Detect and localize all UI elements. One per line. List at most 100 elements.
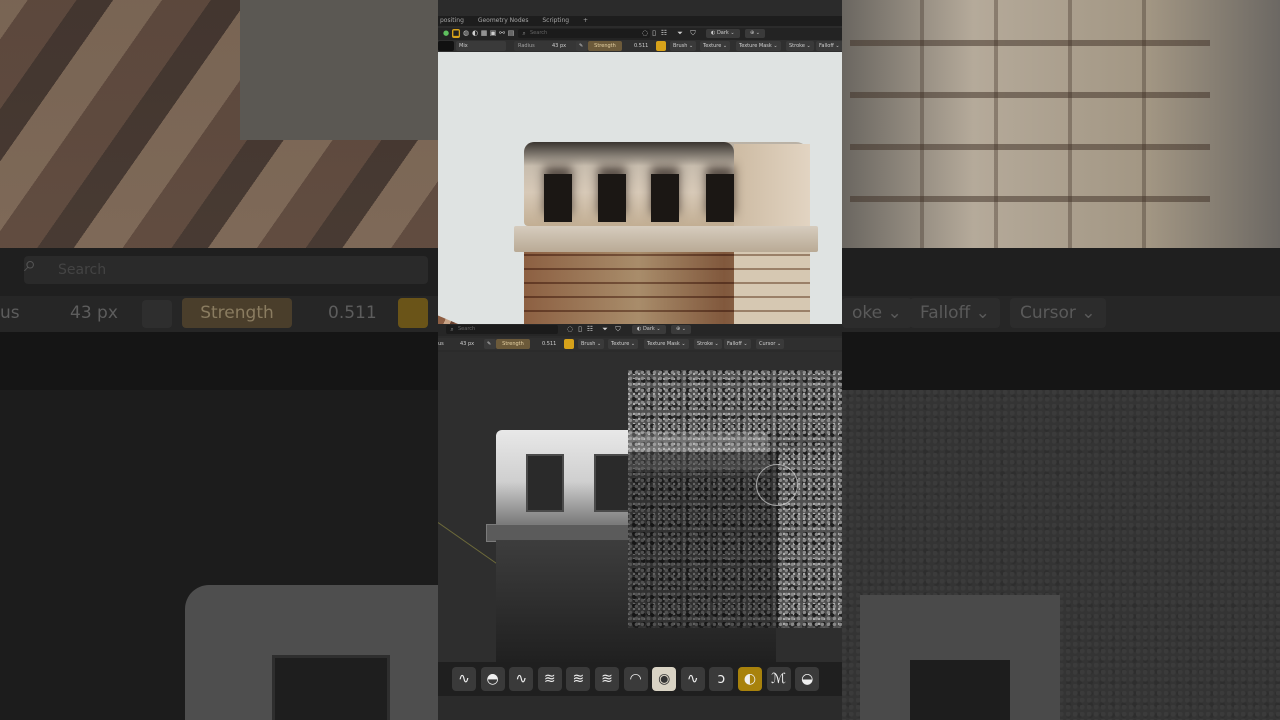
grid-icon[interactable]: ▦: [480, 29, 488, 38]
link-icon[interactable]: ⚯: [498, 29, 506, 38]
pressure-strength-toggle-2[interactable]: [564, 339, 574, 349]
draw-brush-icon[interactable]: ∿: [452, 667, 476, 691]
tab-scripting[interactable]: Scripting: [542, 17, 569, 24]
filter-icon[interactable]: ⏷: [676, 29, 684, 38]
brush-dropdown-2[interactable]: Brush ⌄: [578, 339, 605, 349]
blur-brush-icon[interactable]: ∿: [680, 667, 705, 691]
texture-brush-icon[interactable]: ◉: [652, 667, 677, 691]
falloff-dropdown[interactable]: Falloff ⌄: [816, 41, 842, 51]
blend-mode-dropdown[interactable]: Mix: [456, 41, 506, 51]
search-input-2[interactable]: Search: [446, 325, 558, 334]
brush-dropdown[interactable]: Brush ⌄: [670, 41, 697, 51]
texture-paint-viewport[interactable]: [438, 352, 842, 662]
bg-bricks: [850, 0, 1210, 248]
viewport-header: ● ■ ◍ ◐ ▦ ▣ ⚯ ▤ Search ⌕ ◌ ▯ ☷ ⏷ ⛉ ◐ Dar…: [438, 28, 842, 40]
texture-mask-dropdown-2[interactable]: Texture Mask ⌄: [644, 339, 689, 349]
bg-chimney: [240, 0, 440, 140]
airbrush-icon[interactable]: ◐: [738, 667, 762, 691]
clone-brush-icon[interactable]: ≋: [537, 667, 562, 691]
tab-geometry-nodes[interactable]: Geometry Nodes: [478, 17, 529, 24]
camera-icon[interactable]: ▤: [507, 29, 515, 38]
brush-toolbar: Mix Radius 43 px ✎ Strength 0.511 Brush …: [438, 40, 842, 52]
overlay-icon[interactable]: ◌: [641, 29, 649, 38]
bg-strength-label: Strength: [182, 298, 292, 328]
texture-dropdown-2[interactable]: Texture ⌄: [608, 339, 639, 349]
bg-search-icon: ⌕: [24, 252, 37, 277]
hierarchy-icon[interactable]: ☷: [660, 29, 668, 38]
status-bar: [438, 696, 842, 720]
bg-search: Search: [24, 256, 428, 284]
bg-dropdown-stroke: oke ⌄: [842, 298, 912, 328]
chimney-side: [734, 144, 810, 226]
layout-icon[interactable]: ▯: [650, 29, 658, 38]
bg-pressure-toggle: [398, 298, 428, 328]
scratch-brush-icon[interactable]: ℳ: [766, 667, 791, 691]
chimney-body-side: [734, 252, 810, 324]
settings-dropdown-2[interactable]: ⊕ ⌄: [671, 325, 691, 334]
bg-pencil-icon: [142, 300, 172, 328]
theme-dropdown[interactable]: ◐ Dark ⌄: [706, 29, 740, 38]
bg-strength-value: 0.511: [328, 303, 377, 323]
model-vent: [594, 454, 632, 512]
wave-brush-icon[interactable]: ◒: [795, 667, 820, 691]
settings-dropdown[interactable]: ⊕ ⌄: [745, 29, 765, 38]
add-workspace-button[interactable]: +: [583, 17, 588, 24]
mask-brush-icon[interactable]: ◠: [623, 667, 648, 691]
falloff-dropdown-2[interactable]: Falloff ⌄: [724, 339, 751, 349]
blender-app: positing Geometry Nodes Scripting + ● ■ …: [438, 0, 842, 720]
smear-brush-icon[interactable]: ≋: [566, 667, 591, 691]
bg-dropdown-cursor: Cursor ⌄: [1010, 298, 1106, 328]
model-vent: [526, 454, 564, 512]
shield-icon[interactable]: ⛉: [614, 325, 622, 334]
theme-dropdown-2[interactable]: ◐ Dark ⌄: [632, 325, 666, 334]
chimney-vent: [651, 174, 679, 222]
strength-field-2[interactable]: Strength: [496, 339, 530, 349]
strength-value: 0.511: [634, 43, 649, 49]
overlay-icon[interactable]: ◌: [566, 325, 574, 334]
search-icon: ⌕: [450, 326, 454, 333]
fill-brush-icon[interactable]: ≋: [595, 667, 619, 691]
cursor-dropdown-2[interactable]: Cursor ⌄: [756, 339, 785, 349]
texture-shadow: [628, 452, 778, 628]
object-mode-icon[interactable]: ■: [452, 29, 460, 38]
stroke-dropdown[interactable]: Stroke ⌄: [786, 41, 814, 51]
strength-field[interactable]: Strength: [588, 41, 622, 51]
chimney-soot: [524, 142, 734, 166]
radius-field[interactable]: [514, 41, 578, 51]
image-icon[interactable]: ▣: [489, 29, 497, 38]
strength-value-2: 0.511: [542, 341, 557, 347]
chimney-vent: [598, 174, 626, 222]
line-brush-icon[interactable]: ↄ: [709, 667, 734, 691]
bg-dropdown-falloff: Falloff ⌄: [910, 298, 1000, 328]
soften-brush-icon[interactable]: ∿: [509, 667, 534, 691]
bg-radius-label: us: [0, 303, 20, 323]
texture-dropdown[interactable]: Texture ⌄: [700, 41, 731, 51]
search-icon: ⌕: [522, 30, 526, 37]
mode-swatch[interactable]: [438, 41, 454, 51]
render-viewport[interactable]: [438, 52, 842, 324]
sphere-icon[interactable]: ◍: [462, 29, 470, 38]
pressure-strength-toggle[interactable]: [656, 41, 666, 51]
pressure-radius-icon[interactable]: ✎: [484, 339, 496, 349]
workspace-tabs: positing Geometry Nodes Scripting +: [438, 16, 842, 26]
material-icon[interactable]: ◐: [471, 29, 479, 38]
texture-mask-dropdown[interactable]: Texture Mask ⌄: [736, 41, 781, 51]
chimney-vent: [544, 174, 572, 222]
pressure-radius-icon[interactable]: ✎: [576, 41, 588, 51]
chimney-band: [514, 226, 818, 252]
radius-value: 43 px: [552, 43, 567, 49]
layout-icon[interactable]: ▯: [576, 325, 584, 334]
brush-palette: ∿ ◓ ∿ ≋ ≋ ≋ ◠ ◉ ∿ ↄ ◐ ℳ ◒: [438, 662, 842, 696]
radius-value-2: 43 px: [460, 341, 475, 347]
bg-radius-value: 43 px: [70, 303, 118, 323]
filter-icon[interactable]: ⏷: [601, 325, 609, 334]
stroke-dropdown-2[interactable]: Stroke ⌄: [694, 339, 722, 349]
smooth-brush-icon[interactable]: ◓: [480, 667, 505, 691]
hierarchy-icon[interactable]: ☷: [586, 325, 594, 334]
search-input[interactable]: Search: [518, 29, 650, 38]
bg-model-hole-right: [910, 660, 1010, 720]
shield-icon[interactable]: ⛉: [689, 29, 697, 38]
tab-compositing[interactable]: positing: [440, 17, 464, 24]
viewport2-header: Search ⌕ ◌ ▯ ☷ ⏷ ⛉ ◐ Dark ⌄ ⊕ ⌄: [438, 324, 842, 336]
view-mode-icon[interactable]: ●: [442, 29, 450, 38]
